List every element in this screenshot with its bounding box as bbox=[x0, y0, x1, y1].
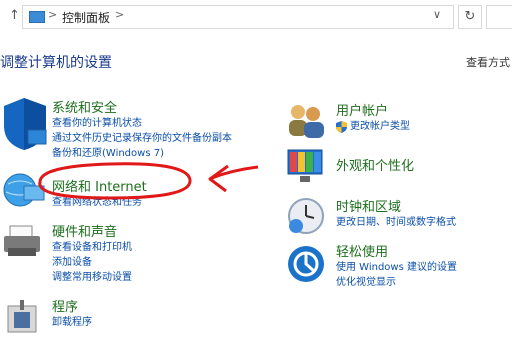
uac-shield-icon bbox=[336, 121, 347, 133]
ease-of-access-icon bbox=[288, 246, 324, 282]
category-name[interactable]: 网络和 Internet bbox=[52, 176, 147, 195]
link-date-time-format[interactable]: 更改日期、时间或数字格式 bbox=[336, 215, 456, 230]
chevron-down-icon[interactable]: ∨ bbox=[433, 8, 441, 21]
network-globe-icon bbox=[3, 173, 45, 207]
breadcrumb-separator[interactable]: > bbox=[48, 8, 57, 21]
category-name[interactable]: 系统和安全 bbox=[52, 97, 232, 116]
printer-icon bbox=[4, 225, 40, 256]
refresh-button[interactable]: ↻ bbox=[458, 5, 482, 29]
link-view-computer-status[interactable]: 查看你的计算机状态 bbox=[52, 116, 232, 131]
link-label: 更改帐户类型 bbox=[350, 121, 410, 132]
category-name[interactable]: 用户帐户 bbox=[336, 100, 410, 119]
page-title: 调整计算机的设置 bbox=[0, 55, 112, 71]
appearance-monitor-icon bbox=[287, 149, 323, 182]
control-panel-icon bbox=[29, 11, 45, 23]
link-mobility-settings[interactable]: 调整常用移动设置 bbox=[52, 270, 132, 285]
category-name[interactable]: 外观和个性化 bbox=[336, 155, 414, 174]
category-clock-region: 时钟和区域 更改日期、时间或数字格式 bbox=[336, 196, 456, 230]
category-hardware-sound: 硬件和声音 查看设备和打印机 添加设备 调整常用移动设置 bbox=[52, 221, 132, 285]
category-user-accounts: 用户帐户 更改帐户类型 bbox=[336, 100, 410, 134]
breadcrumb-control-panel[interactable]: 控制面板 bbox=[62, 9, 110, 26]
address-box[interactable]: > 控制面板 > ∨ bbox=[22, 5, 454, 29]
view-by-label: 查看方式 bbox=[466, 56, 510, 69]
red-arrow-shaft bbox=[211, 165, 259, 180]
category-name[interactable]: 时钟和区域 bbox=[336, 196, 456, 215]
user-accounts-icon bbox=[289, 105, 324, 138]
category-ease-of-access: 轻松使用 使用 Windows 建议的设置 优化视觉显示 bbox=[336, 241, 457, 290]
category-programs: 程序 卸载程序 bbox=[52, 296, 92, 330]
category-network-internet: 网络和 Internet 查看网络状态和任务 bbox=[52, 176, 147, 210]
up-arrow-icon[interactable]: ↑ bbox=[9, 8, 20, 23]
address-bar: ↑ > 控制面板 > ∨ ↻ bbox=[0, 0, 512, 34]
link-recommended-settings[interactable]: 使用 Windows 建议的设置 bbox=[336, 260, 457, 275]
search-input[interactable] bbox=[486, 5, 512, 29]
link-uninstall-program[interactable]: 卸载程序 bbox=[52, 315, 92, 330]
link-add-device[interactable]: 添加设备 bbox=[52, 255, 132, 270]
category-name[interactable]: 硬件和声音 bbox=[52, 221, 132, 240]
red-arrow-head bbox=[208, 164, 229, 193]
category-name[interactable]: 轻松使用 bbox=[336, 241, 457, 260]
category-appearance: 外观和个性化 bbox=[336, 155, 414, 174]
clock-icon bbox=[288, 198, 324, 234]
link-change-account-type[interactable]: 更改帐户类型 bbox=[336, 119, 410, 134]
link-devices-printers[interactable]: 查看设备和打印机 bbox=[52, 240, 132, 255]
shield-icon bbox=[4, 98, 47, 150]
link-backup-restore[interactable]: 备份和还原(Windows 7) bbox=[52, 146, 232, 161]
link-file-history[interactable]: 通过文件历史记录保存你的文件备份副本 bbox=[52, 131, 232, 146]
programs-icon bbox=[7, 300, 37, 333]
category-name[interactable]: 程序 bbox=[52, 296, 92, 315]
category-system-security: 系统和安全 查看你的计算机状态 通过文件历史记录保存你的文件备份副本 备份和还原… bbox=[52, 97, 232, 161]
breadcrumb-separator-2[interactable]: > bbox=[115, 8, 124, 21]
link-optimize-display[interactable]: 优化视觉显示 bbox=[336, 275, 457, 290]
link-network-status[interactable]: 查看网络状态和任务 bbox=[52, 195, 147, 210]
